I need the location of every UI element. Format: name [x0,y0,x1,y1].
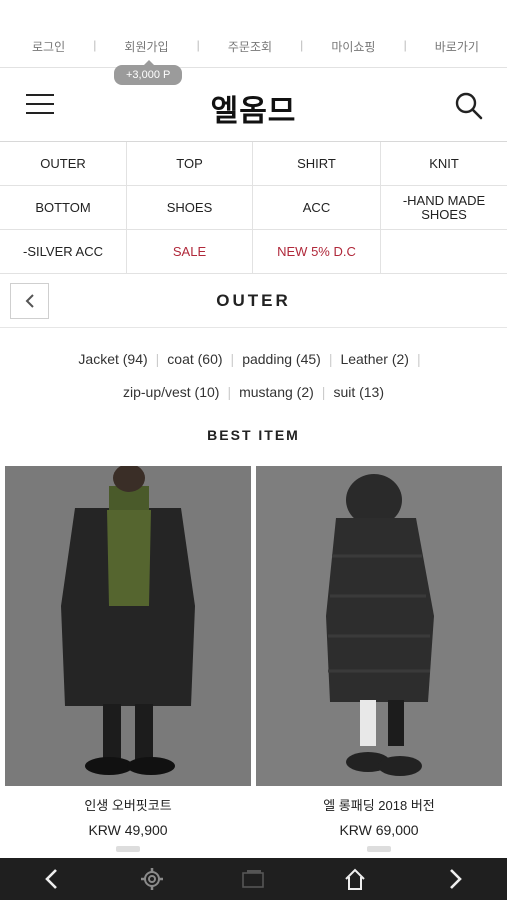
divider: | [227,384,232,400]
divider: | [321,384,326,400]
signup-link[interactable]: 회원가입 [124,38,168,55]
product-image[interactable] [256,466,502,786]
order-lookup-link[interactable]: 주문조회 [228,38,272,55]
category-acc[interactable]: ACC [253,186,381,230]
subcategory-padding[interactable]: padding (45) [242,351,321,367]
product-name[interactable]: 엘 롱패딩 2018 버전 [256,795,502,814]
divider: | [328,351,333,367]
section-header: OUTER [0,274,507,328]
product-image[interactable] [5,466,251,786]
category-new-dc[interactable]: NEW 5% D.C [253,230,381,274]
category-empty [381,230,507,274]
back-arrow-icon[interactable] [31,863,71,895]
best-item-heading: BEST ITEM [207,427,300,443]
my-shopping-link[interactable]: 마이쇼핑 [331,38,375,55]
divider: | [230,351,235,367]
subcategory-mustang[interactable]: mustang (2) [239,384,314,400]
forward-arrow-icon[interactable] [436,863,476,895]
shortcut-link[interactable]: 바로가기 [435,38,479,55]
subcategory-leather[interactable]: Leather (2) [340,351,408,367]
search-icon[interactable] [453,90,485,122]
product-tag [116,846,140,852]
top-utility-links: 로그인 | 회원가입 | 주문조회 | 마이쇼핑 | 바로가기 [0,0,507,68]
category-top[interactable]: TOP [127,142,253,186]
login-link[interactable]: 로그인 [32,38,65,55]
category-knit[interactable]: KNIT [381,142,507,186]
divider: | [403,38,407,52]
section-title: OUTER [216,291,291,310]
category-bottom[interactable]: BOTTOM [0,186,127,230]
subcategory-row: zip-up/vest (10) | mustang (2) | suit (13) [0,384,507,400]
subcategory-zipup-vest[interactable]: zip-up/vest (10) [123,384,219,400]
browser-bottom-bar [0,858,507,900]
home-icon[interactable] [335,863,375,895]
subcategory-coat[interactable]: coat (60) [167,351,222,367]
product-tag [367,846,391,852]
product-price: KRW 69,000 [339,822,419,838]
divider: | [196,38,200,52]
category-shirt[interactable]: SHIRT [253,142,381,186]
product-name[interactable]: 인생 오버핏코트 [5,795,251,814]
subcategory-row: Jacket (94) | coat (60) | padding (45) | Leath… [0,351,507,367]
category-outer[interactable]: OUTER [0,142,127,186]
tabs-icon[interactable] [233,863,273,895]
category-shoes[interactable]: SHOES [127,186,253,230]
divider: | [300,38,304,52]
category-handmade-shoes[interactable]: -HAND MADE SHOES [381,186,507,230]
settings-gear-icon[interactable] [132,863,172,895]
subcategory-suit[interactable]: suit (13) [333,384,384,400]
category-grid: OUTER TOP SHIRT KNIT BOTTOM SHOES ACC -H… [0,142,507,274]
product-card[interactable]: 인생 오버핏코트 KRW 49,900 [5,466,251,852]
site-header: 엘옴므 [0,68,507,142]
category-silver-acc[interactable]: -SILVER ACC [0,230,127,274]
divider: | [93,38,97,52]
subcategory-jacket[interactable]: Jacket (94) [78,351,147,367]
divider: | [155,351,160,367]
divider: | [416,351,421,367]
product-card[interactable]: 엘 롱패딩 2018 버전 KRW 69,000 [256,466,502,852]
product-price: KRW 49,900 [88,822,168,838]
category-sale[interactable]: SALE [127,230,253,274]
site-logo[interactable]: 엘옴므 [0,86,507,130]
